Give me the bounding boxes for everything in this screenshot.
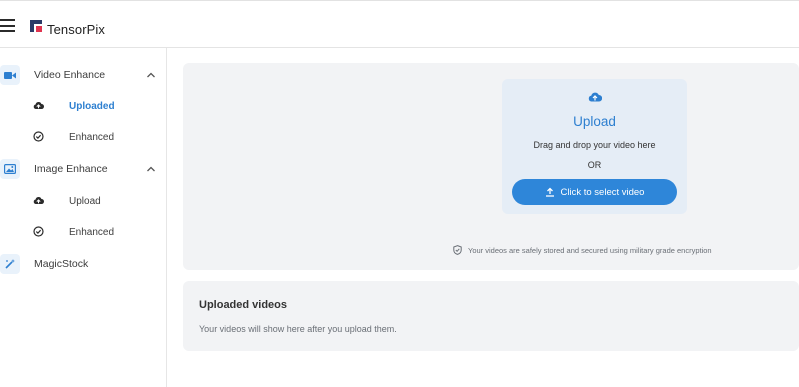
sidebar-item-enhanced[interactable]: Enhanced xyxy=(0,220,166,244)
upload-title: Upload xyxy=(573,114,616,129)
top-bar: TensorPix xyxy=(0,0,799,48)
sidebar-item-label: Enhanced xyxy=(69,227,115,238)
sidebar-item-label: Enhanced xyxy=(69,132,115,143)
image-icon xyxy=(0,159,20,179)
cloud-upload-icon xyxy=(33,196,44,204)
sidebar-item-upload[interactable]: Upload xyxy=(0,189,166,213)
chevron-up-icon[interactable] xyxy=(146,164,156,174)
security-note: Your videos are safely stored and secure… xyxy=(453,244,712,256)
chevron-up-icon[interactable] xyxy=(146,70,156,80)
upload-arrow-icon xyxy=(545,187,554,197)
tensorpix-logo-icon xyxy=(30,20,42,32)
upload-hint: Drag and drop your video here xyxy=(533,140,656,150)
select-video-button-label: Click to select video xyxy=(560,186,645,198)
upload-dropzone[interactable]: Upload Drag and drop your video here OR … xyxy=(502,79,687,214)
app-name: TensorPix xyxy=(47,22,105,37)
sidebar-group-label: Video Enhance xyxy=(34,69,106,81)
sidebar-item-enhanced[interactable]: Enhanced xyxy=(0,125,166,149)
sidebar-item-label: Uploaded xyxy=(69,101,115,112)
upload-panel xyxy=(183,63,799,270)
hamburger-menu-icon[interactable] xyxy=(0,19,15,32)
cloud-upload-icon xyxy=(588,92,602,102)
uploaded-videos-title: Uploaded videos xyxy=(199,299,288,311)
magic-wand-icon xyxy=(0,254,20,274)
sidebar-item-uploaded[interactable]: Uploaded xyxy=(0,94,166,118)
video-camera-icon xyxy=(0,65,20,85)
sidebar-item-label: MagicStock xyxy=(34,258,89,270)
uploaded-videos-empty-text: Your videos will show here after you upl… xyxy=(199,324,397,334)
sidebar-item-label: Upload xyxy=(69,196,101,207)
upload-or-text: OR xyxy=(587,160,602,170)
check-circle-icon xyxy=(33,226,44,237)
sidebar-group-label: Image Enhance xyxy=(34,163,108,175)
sidebar-item-magicstock[interactable]: MagicStock xyxy=(0,252,166,276)
security-note-text: Your videos are safely stored and secure… xyxy=(468,245,712,255)
shield-check-icon xyxy=(453,245,462,255)
sidebar-group-image-enhance[interactable]: Image Enhance xyxy=(0,157,166,181)
cloud-upload-icon xyxy=(33,101,44,109)
select-video-button[interactable]: Click to select video xyxy=(512,179,677,205)
sidebar: Video Enhance Uploaded Enhanced Image En… xyxy=(0,48,167,387)
uploaded-videos-panel: Uploaded videos Your videos will show he… xyxy=(183,281,799,351)
check-circle-icon xyxy=(33,131,44,142)
sidebar-group-video-enhance[interactable]: Video Enhance xyxy=(0,63,166,87)
